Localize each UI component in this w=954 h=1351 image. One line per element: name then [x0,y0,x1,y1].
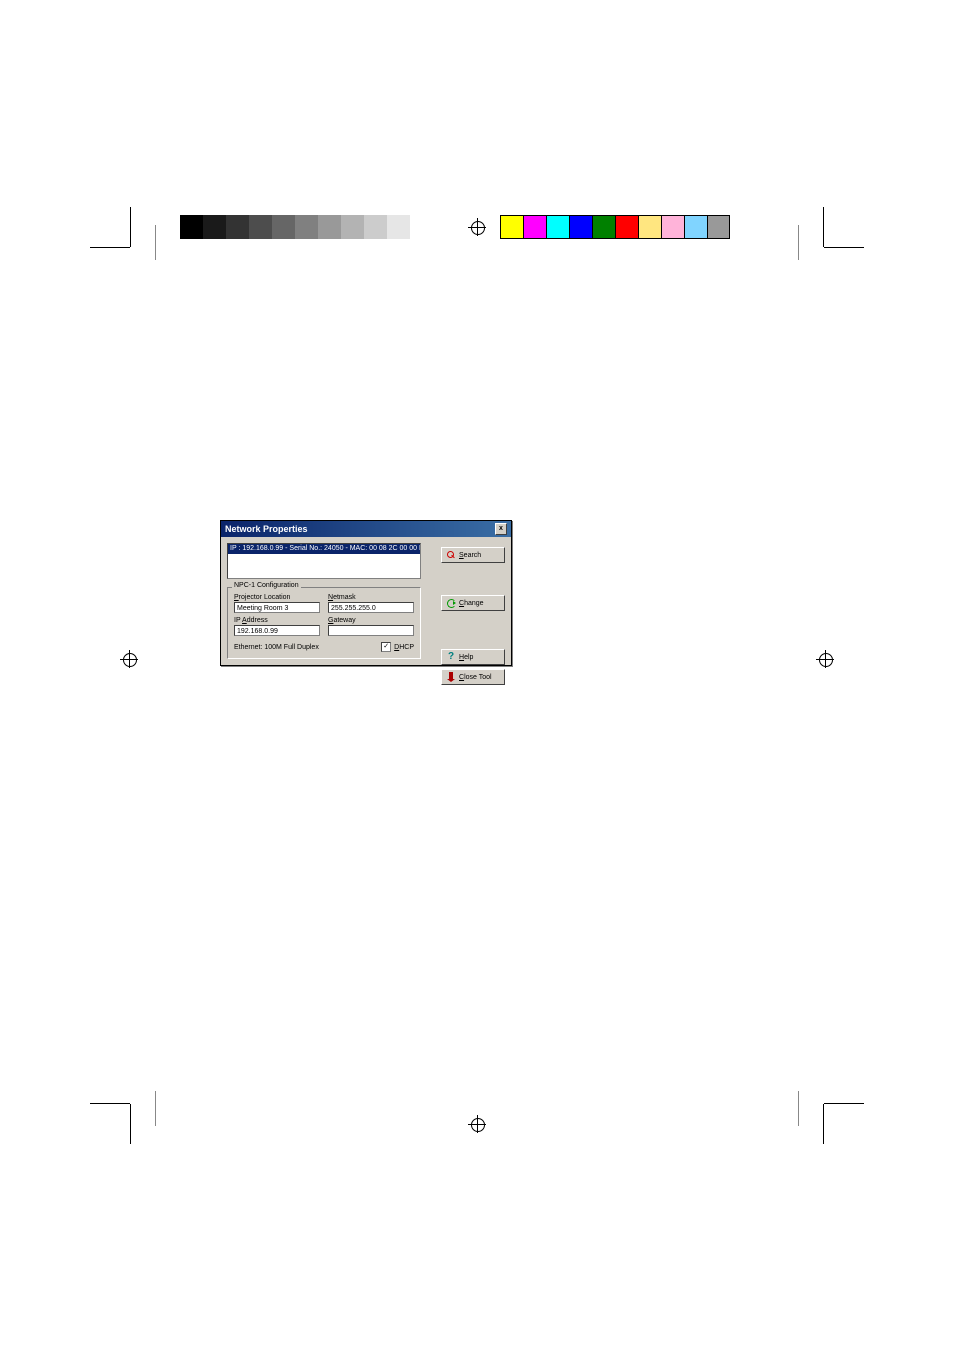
device-list-item-selected[interactable]: IP : 192.168.0.99 - Serial No.: 24050 - … [228,544,420,554]
color-swatch [500,215,523,239]
crop-mark [90,1103,130,1104]
close-button-rest: lose Tool [464,674,492,681]
search-icon [446,550,456,560]
grayscale-swatch [364,215,387,239]
checkbox-icon: ✓ [381,642,391,652]
color-swatch [546,215,569,239]
registration-mark [120,650,138,668]
guide-line [798,225,799,260]
netmask-label: Netmask [328,594,414,601]
guide-line [798,1091,799,1126]
search-button[interactable]: Search [441,547,505,563]
color-swatch [615,215,638,239]
grayscale-swatch [410,215,433,239]
change-button[interactable]: Change [441,595,505,611]
guide-line [155,1091,156,1126]
npc1-configuration-group: NPC-1 Configuration Projector Location M… [227,587,421,659]
search-button-rest: earch [464,552,482,559]
grayscale-calibration-bar [180,215,433,239]
help-icon: ? [446,652,456,662]
window-title: Network Properties [225,524,308,534]
change-button-rest: hange [464,600,483,607]
color-swatch [684,215,707,239]
crop-mark [130,1104,131,1144]
dhcp-checkbox[interactable]: ✓ DHCP [381,642,414,652]
exit-icon [446,672,456,682]
registration-mark [816,650,834,668]
projector-location-label: Projector Location [234,594,320,601]
color-swatch [569,215,592,239]
crop-mark [823,207,824,247]
grayscale-swatch [272,215,295,239]
color-swatch [592,215,615,239]
gateway-label: Gateway [328,617,414,624]
help-button[interactable]: ? Help [441,649,505,665]
crop-mark [824,1103,864,1104]
grayscale-swatch [295,215,318,239]
fieldset-legend: NPC-1 Configuration [232,582,301,589]
grayscale-swatch [249,215,272,239]
color-swatch [523,215,546,239]
grayscale-swatch [387,215,410,239]
grayscale-swatch [318,215,341,239]
crop-mark [823,1104,824,1144]
registration-mark [468,1115,486,1133]
registration-mark [468,218,486,236]
crop-mark [90,247,130,248]
grayscale-swatch [341,215,364,239]
color-swatch [661,215,684,239]
crop-mark [824,247,864,248]
grayscale-swatch [180,215,203,239]
refresh-icon [446,598,456,608]
crop-mark [130,207,131,247]
ip-address-label: IP Address [234,617,320,624]
color-calibration-bar [500,215,730,239]
color-swatch [638,215,661,239]
help-button-rest: elp [464,654,473,661]
netmask-field[interactable]: 255.255.255.0 [328,602,414,613]
device-listbox[interactable]: IP : 192.168.0.99 - Serial No.: 24050 - … [227,543,421,579]
gateway-field[interactable] [328,625,414,636]
title-bar[interactable]: Network Properties x [221,521,511,537]
color-swatch [707,215,730,239]
grayscale-swatch [226,215,249,239]
close-tool-button[interactable]: Close Tool [441,669,505,685]
dhcp-label: DHCP [394,644,414,651]
close-icon[interactable]: x [495,523,507,535]
projector-location-field[interactable]: Meeting Room 3 [234,602,320,613]
ip-address-field[interactable]: 192.168.0.99 [234,625,320,636]
guide-line [155,225,156,260]
ethernet-status: Ethernet: 100M Full Duplex [234,644,319,651]
network-properties-dialog: Network Properties x IP : 192.168.0.99 -… [220,520,512,666]
grayscale-swatch [203,215,226,239]
